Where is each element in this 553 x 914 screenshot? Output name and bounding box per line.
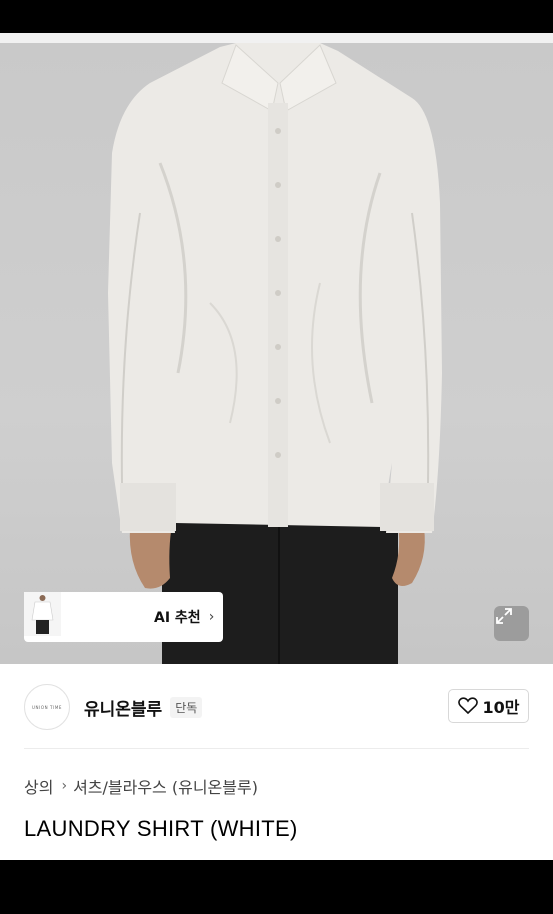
chevron-right-icon: ›: [61, 778, 68, 794]
exclusive-badge: 단독: [170, 696, 203, 718]
divider: [24, 748, 529, 749]
breadcrumb-item-level1[interactable]: 상의: [24, 774, 53, 798]
product-hero-image[interactable]: AI 추천 ›: [0, 43, 553, 664]
product-photo: [108, 43, 442, 664]
navigation-bar: [0, 860, 553, 914]
ai-recommend-button[interactable]: AI 추천 ›: [154, 607, 214, 627]
breadcrumb-item-level2[interactable]: 셔츠/블라우스 (유니온블루): [73, 774, 258, 798]
brand-row: UNION TIME 유니온블루 단독 10만: [24, 683, 529, 731]
status-bar: [0, 0, 553, 33]
expand-button[interactable]: [494, 606, 529, 641]
brand-logo[interactable]: UNION TIME: [24, 684, 70, 730]
like-count: 10만: [482, 698, 520, 717]
heart-icon: [457, 697, 478, 715]
chevron-right-icon: ›: [208, 609, 215, 625]
ai-recommend-label: AI 추천: [154, 610, 201, 626]
thumbnail-item[interactable]: [24, 592, 103, 639]
expand-icon: [496, 608, 512, 624]
header-strip: [0, 33, 553, 43]
product-title: LAUNDRY SHIRT (WHITE): [24, 816, 298, 841]
like-button[interactable]: 10만: [448, 689, 529, 723]
breadcrumb: 상의 › 셔츠/블라우스 (유니온블루): [24, 774, 258, 798]
thumbnail-item[interactable]: [24, 592, 143, 639]
brand-logo-text: UNION TIME: [31, 704, 63, 710]
brand-name[interactable]: 유니온블루: [84, 695, 162, 720]
thumbnail-strip: AI 추천 ›: [24, 592, 223, 642]
product-info: UNION TIME 유니온블루 단독 10만 상의 › 셔츠/블라우스 (유니…: [0, 664, 553, 860]
